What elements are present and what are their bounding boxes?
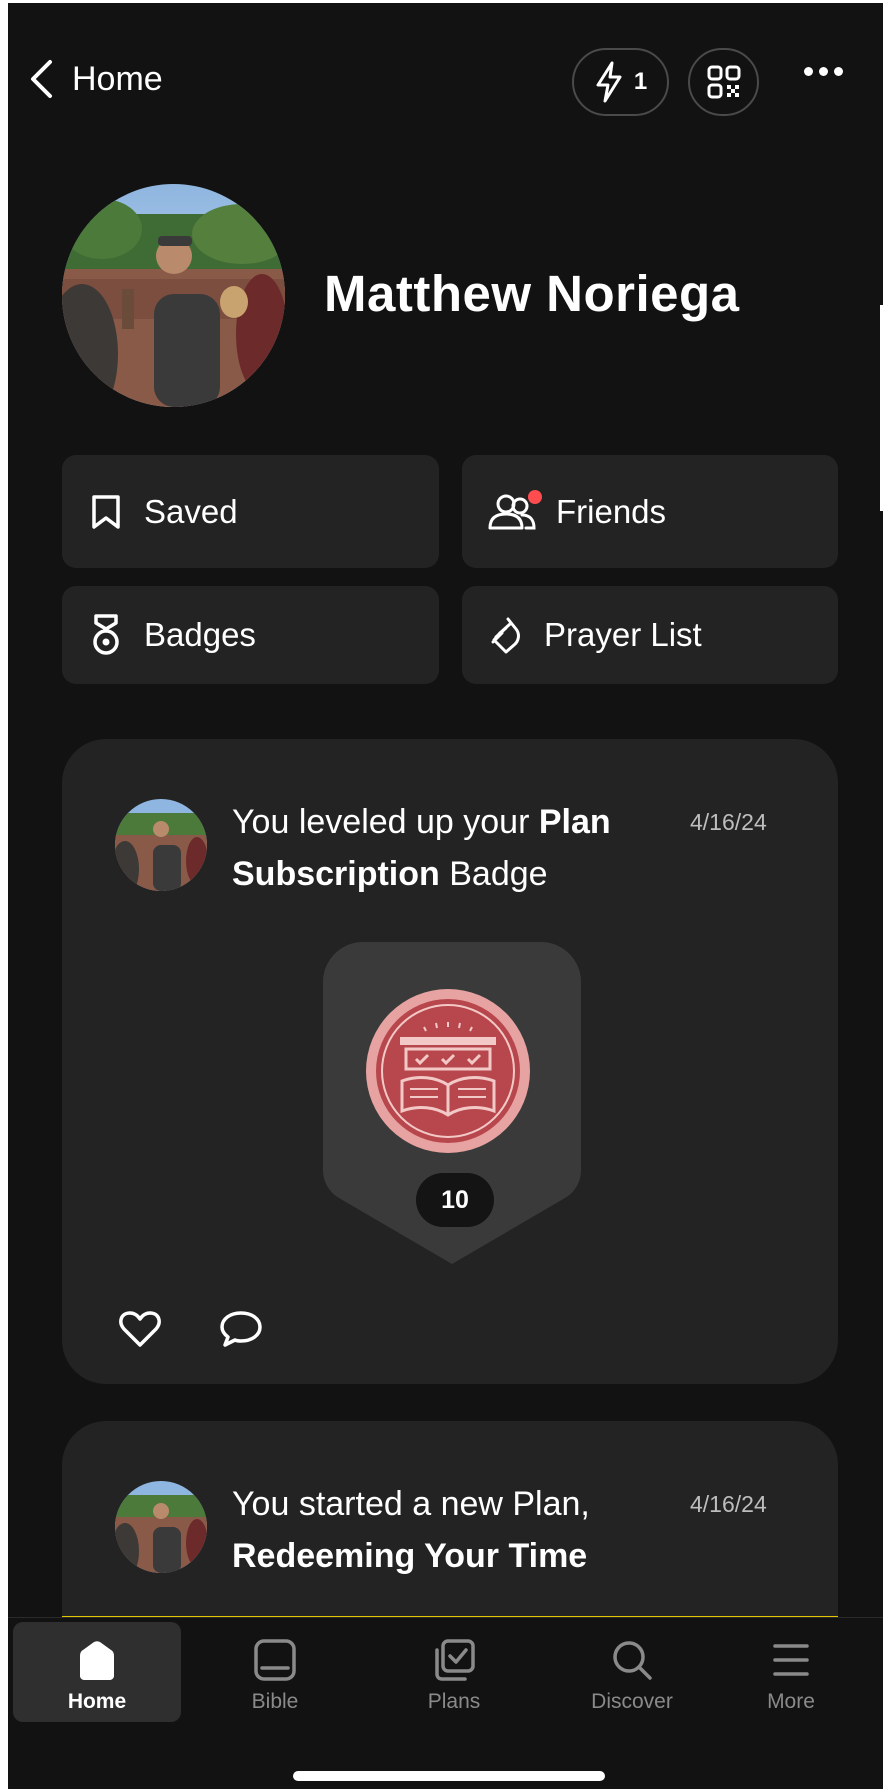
- friends-icon: [486, 489, 542, 532]
- comment-icon[interactable]: [218, 1309, 264, 1349]
- praying-hands-icon: [486, 615, 526, 655]
- badges-button[interactable]: Badges: [62, 586, 439, 684]
- qr-code-button[interactable]: [688, 48, 759, 116]
- menu-icon: [773, 1644, 809, 1676]
- nav-bible[interactable]: Bible: [191, 1622, 359, 1722]
- friends-label: Friends: [556, 492, 667, 530]
- app-window: Home 1 Matthew Noriega Saved Friends Bad…: [8, 3, 883, 1789]
- nav-more[interactable]: More: [707, 1622, 875, 1722]
- bottom-nav: Home Bible Plans Discover More: [8, 1617, 883, 1789]
- nav-plans-label: Plans: [427, 1690, 481, 1713]
- activity-text: You leveled up your Plan Subscription Ba…: [232, 796, 652, 900]
- activity-text-bold: Redeeming Your Time: [232, 1537, 588, 1575]
- saved-button[interactable]: Saved: [62, 455, 439, 568]
- nav-plans[interactable]: Plans: [370, 1622, 538, 1722]
- medal-icon: [86, 614, 126, 655]
- nav-home[interactable]: Home: [13, 1622, 181, 1722]
- bookmark-icon: [86, 492, 126, 532]
- saved-label: Saved: [144, 492, 238, 530]
- nav-more-label: More: [767, 1690, 815, 1713]
- prayer-list-label: Prayer List: [544, 616, 702, 653]
- badges-label: Badges: [144, 616, 256, 653]
- chevron-left-icon: [31, 60, 52, 98]
- bible-icon: [254, 1639, 296, 1681]
- more-options-icon[interactable]: [804, 67, 843, 76]
- badge-level: 10: [416, 1173, 494, 1227]
- plan-subscription-badge-icon: [366, 989, 530, 1153]
- activity-text-suffix: Badge: [439, 855, 548, 893]
- screen: Home 1 Matthew Noriega Saved Friends Bad…: [0, 0, 883, 1789]
- activity-text-prefix: You leveled up your: [232, 803, 539, 841]
- nav-discover-label: Discover: [591, 1690, 673, 1713]
- profile-avatar[interactable]: [62, 184, 285, 407]
- nav-home-label: Home: [67, 1690, 127, 1713]
- activity-text: You started a new Plan, Redeeming Your Ti…: [232, 1478, 652, 1582]
- home-icon: [80, 1641, 114, 1680]
- search-icon: [613, 1641, 652, 1680]
- activity-date: 4/16/24: [690, 1491, 767, 1517]
- heart-icon[interactable]: [118, 1309, 162, 1349]
- activity-text-prefix: You started a new Plan,: [232, 1485, 590, 1523]
- notification-dot: [528, 489, 542, 504]
- activity-card-badge[interactable]: You leveled up your Plan Subscription Ba…: [62, 739, 838, 1384]
- profile-name: Matthew Noriega: [324, 265, 740, 322]
- back-button[interactable]: Home: [28, 59, 163, 99]
- streak-count: 1: [633, 68, 648, 95]
- friends-button[interactable]: Friends: [462, 455, 838, 568]
- home-indicator[interactable]: [293, 1771, 605, 1781]
- plans-icon: [435, 1639, 475, 1681]
- prayer-list-button[interactable]: Prayer List: [462, 586, 838, 684]
- lightning-icon: [596, 61, 622, 103]
- nav-bible-label: Bible: [251, 1690, 299, 1713]
- back-label: Home: [72, 59, 163, 98]
- nav-discover[interactable]: Discover: [548, 1622, 716, 1722]
- activity-avatar[interactable]: [115, 799, 207, 891]
- streak-button[interactable]: 1: [572, 48, 669, 116]
- activity-avatar[interactable]: [115, 1481, 207, 1573]
- qr-code-icon: [707, 65, 740, 99]
- activity-date: 4/16/24: [690, 809, 767, 835]
